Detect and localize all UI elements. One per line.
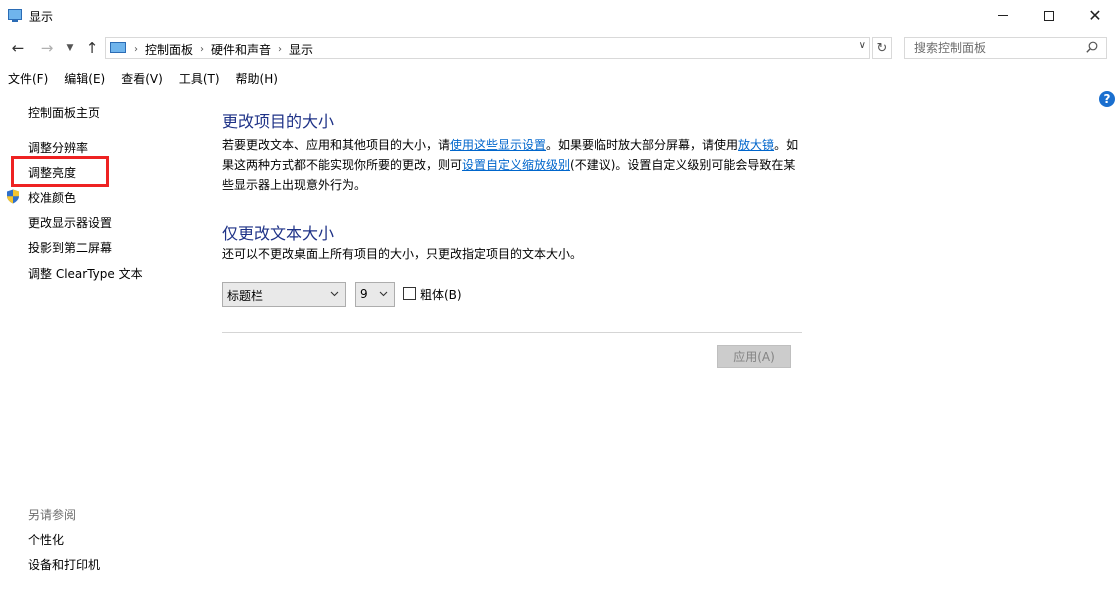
display-settings-link[interactable]: 使用这些显示设置 <box>450 138 546 152</box>
sidebar-item-cleartype[interactable]: 调整 ClearType 文本 <box>28 265 143 282</box>
bold-checkbox-label[interactable]: 粗体(B) <box>420 286 462 303</box>
breadcrumb-display[interactable]: 显示 <box>289 41 313 58</box>
menu-help[interactable]: 帮助(H) <box>228 67 286 87</box>
arrow-right-icon: → <box>40 39 54 57</box>
back-button[interactable]: ← <box>8 38 28 58</box>
search-icon[interactable] <box>1086 41 1098 53</box>
minimize-button[interactable] <box>980 0 1026 31</box>
help-icon[interactable]: ? <box>1099 91 1115 107</box>
refresh-icon: ↻ <box>876 40 888 56</box>
title-bar: 显示 ✕ <box>0 0 1119 31</box>
menu-edit[interactable]: 编辑(E) <box>56 67 113 87</box>
size-select[interactable]: 9 <box>355 282 395 307</box>
sidebar-item-resolution[interactable]: 调整分辨率 <box>28 139 88 156</box>
description-text: 若要更改文本、应用和其他项目的大小，请 <box>222 138 451 152</box>
sidebar-item-project[interactable]: 投影到第二屏幕 <box>28 239 112 256</box>
sidebar-item-brightness[interactable]: 调整亮度 <box>28 164 76 181</box>
refresh-button[interactable]: ↻ <box>872 37 892 59</box>
chevron-right-icon[interactable]: › <box>200 44 204 55</box>
see-also-header: 另请参阅 <box>28 508 77 522</box>
custom-scaling-link[interactable]: 设置自定义缩放级别 <box>462 158 570 172</box>
maximize-icon <box>1044 10 1054 21</box>
chevron-down-icon <box>330 291 339 297</box>
chevron-right-icon[interactable]: › <box>278 44 282 55</box>
size-select-value: 9 <box>360 287 368 301</box>
monitor-icon <box>110 42 126 53</box>
chevron-down-icon: ∨ <box>858 40 866 51</box>
item-select[interactable]: 标题栏 <box>222 282 346 307</box>
search-box[interactable] <box>904 37 1107 59</box>
breadcrumb-control-panel[interactable]: 控制面板 <box>145 41 193 58</box>
bold-checkbox[interactable] <box>403 287 416 300</box>
apply-button[interactable]: 应用(A) <box>717 345 791 368</box>
shield-icon <box>7 189 19 204</box>
menu-bar: 文件(F) 编辑(E) 查看(V) 工具(T) 帮助(H) <box>0 67 1119 87</box>
breadcrumb-hardware-sound[interactable]: 硬件和声音 <box>211 41 271 58</box>
address-bar[interactable]: › 控制面板 › 硬件和声音 › 显示 ∨ <box>105 37 870 59</box>
sidebar-item-calibrate-color[interactable]: 校准颜色 <box>28 189 76 206</box>
chevron-down-icon: ▼ <box>66 43 74 53</box>
menu-tools[interactable]: 工具(T) <box>171 67 228 87</box>
sidebar-item-devices-printers[interactable]: 设备和打印机 <box>28 556 100 573</box>
arrow-up-icon: ↑ <box>85 39 99 57</box>
chevron-down-icon <box>379 291 388 297</box>
section-description-item-size: 若要更改文本、应用和其他项目的大小，请使用这些显示设置。如果要临时放大部分屏幕，… <box>222 135 807 195</box>
sidebar-item-display-settings[interactable]: 更改显示器设置 <box>28 214 112 231</box>
minimize-icon <box>998 15 1008 16</box>
section-title-item-size: 更改项目的大小 <box>222 112 335 131</box>
recent-locations-button[interactable]: ▼ <box>63 38 77 58</box>
magnifier-link[interactable]: 放大镜 <box>738 138 774 152</box>
search-input[interactable] <box>905 38 1085 58</box>
close-icon: ✕ <box>1088 5 1102 25</box>
address-dropdown-button[interactable]: ∨ <box>859 40 866 51</box>
chevron-right-icon[interactable]: › <box>134 44 138 55</box>
navigation-bar: ← → ▼ ↑ › 控制面板 › 硬件和声音 › 显示 ∨ ↻ <box>0 33 1119 63</box>
sidebar: 控制面板主页 调整分辨率 调整亮度 校准颜色 更改显示器设置 投影到第二屏幕 调… <box>0 94 200 590</box>
item-select-value: 标题栏 <box>227 289 264 303</box>
maximize-button[interactable] <box>1026 0 1072 31</box>
menu-file[interactable]: 文件(F) <box>0 67 56 87</box>
section-title-text-size: 仅更改文本大小 <box>222 224 335 243</box>
monitor-icon <box>8 9 22 22</box>
divider <box>222 332 802 333</box>
description-text: 。如果要临时放大部分屏幕，请使用 <box>546 138 739 152</box>
window-title: 显示 <box>29 10 54 24</box>
forward-button[interactable]: → <box>37 38 57 58</box>
section-description-text-size: 还可以不更改桌面上所有项目的大小，只更改指定项目的文本大小。 <box>222 247 583 261</box>
arrow-left-icon: ← <box>11 39 25 57</box>
sidebar-item-personalization[interactable]: 个性化 <box>28 531 64 548</box>
up-button[interactable]: ↑ <box>83 38 101 58</box>
sidebar-item-home[interactable]: 控制面板主页 <box>28 104 100 121</box>
close-button[interactable]: ✕ <box>1072 0 1118 31</box>
menu-view[interactable]: 查看(V) <box>113 67 171 87</box>
breadcrumb: › 控制面板 › 硬件和声音 › 显示 <box>134 41 313 58</box>
